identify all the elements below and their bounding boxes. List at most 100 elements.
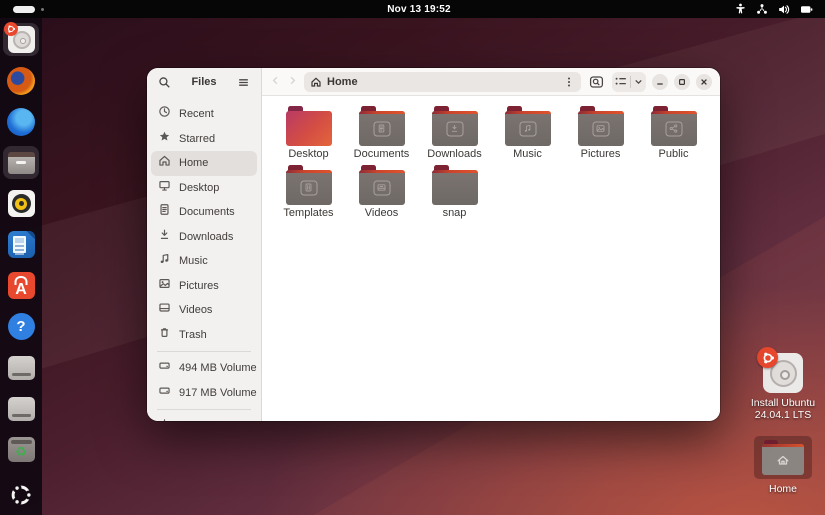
music-emblem-icon: [519, 121, 536, 136]
list-view-button[interactable]: [612, 73, 630, 90]
workspace-indicator[interactable]: [13, 6, 133, 13]
dock-item-files[interactable]: [3, 146, 39, 179]
accessibility-icon[interactable]: [735, 3, 746, 15]
drive-icon: [158, 384, 171, 402]
folder-music[interactable]: Music: [491, 106, 564, 165]
sidebar-item-label: Pictures: [179, 280, 219, 292]
desktop-icon-home[interactable]: Home: [745, 436, 821, 495]
sidebar-item-other-locations[interactable]: Other Locations: [151, 414, 257, 421]
maximize-button[interactable]: [674, 74, 690, 90]
dock-item-app-center[interactable]: A: [3, 269, 39, 302]
sidebar-item-pictures[interactable]: Pictures: [151, 274, 257, 299]
folder-snap[interactable]: snap: [418, 165, 491, 224]
install-ubuntu-icon: [8, 26, 35, 53]
ubuntu-logo-badge: [757, 347, 778, 368]
folder-videos[interactable]: Videos: [345, 165, 418, 224]
dock-item-install-ubuntu[interactable]: [3, 23, 39, 56]
folder-documents[interactable]: Documents: [345, 106, 418, 165]
search-button[interactable]: [156, 74, 173, 91]
main-menu-button[interactable]: [235, 74, 252, 91]
sidebar-item-label: Desktop: [179, 182, 219, 194]
folder-icon: [359, 165, 405, 205]
back-button[interactable]: [270, 73, 281, 91]
sidebar-item-videos[interactable]: Videos: [151, 298, 257, 323]
download-icon: [158, 228, 171, 246]
dock-item-trash[interactable]: ♻: [3, 433, 39, 466]
sidebar-item-label: Music: [179, 255, 208, 267]
app-title: Files: [177, 76, 231, 88]
battery-icon[interactable]: [800, 4, 813, 15]
folder-icon: [432, 106, 478, 146]
volume-icon[interactable]: [778, 4, 790, 15]
sidebar-item-label: Videos: [179, 304, 212, 316]
desktop-icon-install-ubuntu[interactable]: Install Ubuntu24.04.1 LTS: [745, 353, 821, 421]
folder-icon: [286, 106, 332, 146]
folder-desktop[interactable]: Desktop: [272, 106, 345, 165]
folder-templates[interactable]: Templates: [272, 165, 345, 224]
sidebar-item-volume-1[interactable]: 494 MB Volume: [151, 356, 257, 381]
dock-item-ubuntu-show-apps[interactable]: [3, 478, 39, 511]
sidebar-item-label: Other Locations: [179, 420, 257, 421]
label-line: Home: [769, 483, 797, 495]
back-icon: [270, 75, 281, 86]
folder-body: [762, 444, 804, 475]
dock-item-help[interactable]: ?: [3, 310, 39, 343]
desktop-icon-label: Install Ubuntu24.04.1 LTS: [751, 397, 815, 421]
dock-item-thunderbird[interactable]: [3, 105, 39, 138]
sidebar-item-starred[interactable]: Starred: [151, 127, 257, 152]
minimize-button[interactable]: [652, 74, 668, 90]
path-bar[interactable]: Home: [304, 72, 581, 92]
clock[interactable]: Nov 13 19:52: [133, 4, 705, 15]
trash-icon: [158, 326, 171, 344]
dock-item-drive-1[interactable]: [3, 351, 39, 384]
desktop-icon-label: Home: [769, 483, 797, 495]
close-button[interactable]: [696, 74, 712, 90]
sidebar-item-label: Home: [179, 157, 208, 169]
folder-pictures[interactable]: Pictures: [564, 106, 637, 165]
files-window: Files RecentStarred Home Desktop Documents D…: [147, 68, 720, 421]
sidebar-item-recent[interactable]: Recent: [151, 102, 257, 127]
folder-public[interactable]: Public: [637, 106, 710, 165]
kebab-menu-icon[interactable]: [563, 76, 575, 88]
workspace-dot: [41, 8, 44, 11]
dock-item-drive-2[interactable]: [3, 392, 39, 425]
network-icon[interactable]: [756, 3, 768, 15]
sidebar-item-documents[interactable]: Documents: [151, 200, 257, 225]
search-icon: [158, 76, 171, 89]
dock-item-firefox[interactable]: [3, 64, 39, 97]
forward-button[interactable]: [287, 73, 298, 91]
document-icon: [158, 203, 171, 221]
sidebar-item-music[interactable]: Music: [151, 249, 257, 274]
dock-item-libreoffice-writer[interactable]: [3, 228, 39, 261]
star-icon: [158, 130, 171, 148]
header-bar: Home: [262, 68, 720, 96]
firefox-icon: [7, 67, 35, 95]
install-ubuntu-disc-icon: [763, 353, 803, 393]
view-options-dropdown[interactable]: [631, 74, 646, 89]
dock-item-rhythmbox[interactable]: [3, 187, 39, 220]
sidebar-item-trash[interactable]: Trash: [151, 323, 257, 348]
drive-1-icon: [8, 356, 35, 380]
folder-label: Public: [659, 148, 689, 160]
drive-icon: [158, 359, 171, 377]
template-emblem-icon: [300, 180, 317, 195]
folder-label: Documents: [354, 148, 410, 160]
desktop: Nov 13 19:52 A? ♻ Files RecentStarred Home…: [0, 0, 825, 515]
video-emblem-icon: [373, 180, 390, 195]
sidebar-separator: [157, 409, 251, 410]
folder-label: Pictures: [581, 148, 621, 160]
sidebar-item-home[interactable]: Home: [151, 151, 257, 176]
sidebar-item-volume-2[interactable]: 917 MB Volume: [151, 381, 257, 406]
sidebar-item-downloads[interactable]: Downloads: [151, 225, 257, 250]
search-current-folder-button[interactable]: [587, 73, 606, 91]
files-icon: [8, 152, 35, 174]
system-status-area[interactable]: [705, 3, 825, 15]
sidebar-item-label: Documents: [179, 206, 235, 218]
folder-icon: [359, 106, 405, 146]
sidebar-item-desktop[interactable]: Desktop: [151, 176, 257, 201]
music-icon: [158, 252, 171, 270]
folder-downloads[interactable]: Downloads: [418, 106, 491, 165]
hamburger-icon: [237, 76, 250, 89]
sidebar-list: RecentStarred Home Desktop Documents Downloa…: [147, 96, 261, 421]
plus-icon: [158, 417, 171, 421]
